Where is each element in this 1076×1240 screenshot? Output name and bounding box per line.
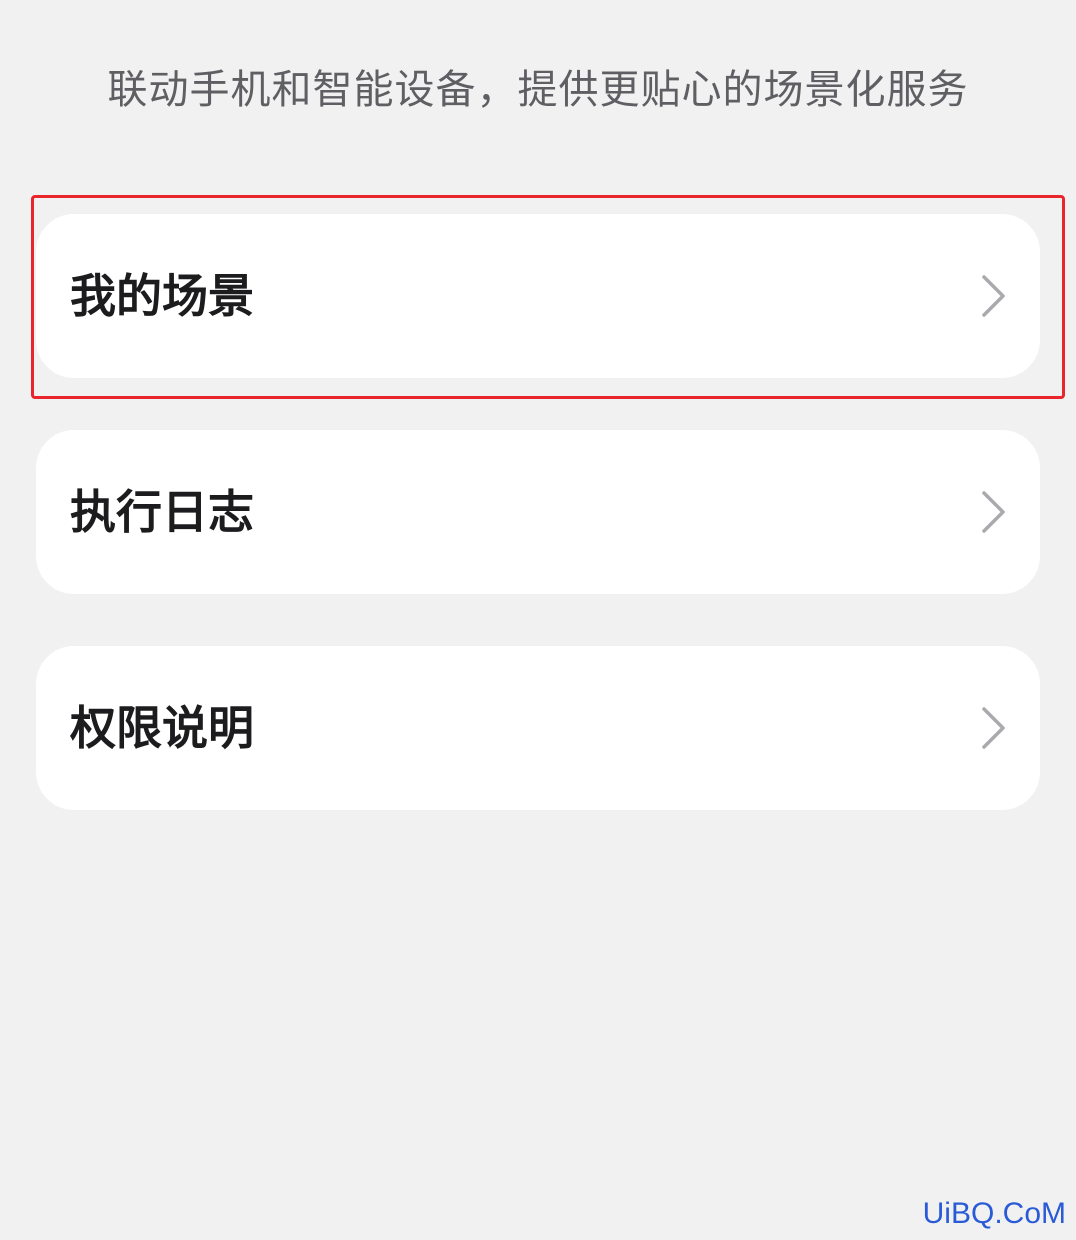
watermark: UiBQ.CoM xyxy=(922,1197,1066,1230)
chevron-right-icon xyxy=(982,275,1005,317)
chevron-right-icon xyxy=(982,707,1005,749)
menu-item-permission-info[interactable]: 权限说明 xyxy=(36,646,1040,810)
menu-item-my-scenes[interactable]: 我的场景 xyxy=(36,214,1040,378)
menu-item-label: 我的场景 xyxy=(70,269,254,323)
menu-item-label: 执行日志 xyxy=(70,485,254,539)
menu-item-execution-log[interactable]: 执行日志 xyxy=(36,430,1040,594)
page-subtitle: 联动手机和智能设备，提供更贴心的场景化服务 xyxy=(107,67,969,113)
chevron-right-icon xyxy=(982,491,1005,533)
menu-item-label: 权限说明 xyxy=(70,701,254,755)
